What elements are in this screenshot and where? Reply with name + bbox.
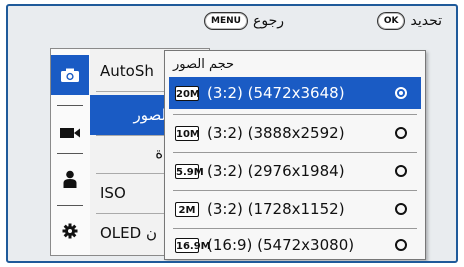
- image-size-20m-icon: 20M: [175, 85, 200, 101]
- radio-button-selected[interactable]: [395, 87, 407, 99]
- menu-tab-column: [50, 48, 90, 256]
- radio-button[interactable]: [395, 127, 407, 139]
- radio-button[interactable]: [395, 203, 407, 215]
- tab-video[interactable]: [51, 119, 89, 147]
- camera-icon: [61, 68, 79, 82]
- image-size-option[interactable]: 2M (3:2) (1728x1152): [169, 193, 421, 225]
- image-size-5-9m-icon: 5.9M: [175, 163, 204, 179]
- option-divider: [173, 190, 417, 191]
- tab-camera[interactable]: [51, 55, 89, 95]
- gear-icon: [62, 223, 78, 239]
- back-hint-label: رجوع: [252, 13, 284, 29]
- image-size-option[interactable]: 16.9M (16:9) (5472x3080): [169, 229, 421, 261]
- person-icon: [63, 170, 77, 188]
- image-size-popup: حجم الصور 20M (3:2) (5472x3648) 10M (3:2…: [164, 50, 426, 260]
- image-size-option-label: (3:2) (5472x3648): [207, 84, 345, 102]
- option-divider: [173, 114, 417, 115]
- ok-key-badge: OK: [376, 12, 406, 30]
- image-size-option-label: (3:2) (1728x1152): [207, 200, 345, 218]
- image-size-2m-icon: 2M: [175, 201, 199, 217]
- back-hint: رجوع MENU: [199, 11, 284, 31]
- radio-button[interactable]: [395, 165, 407, 177]
- image-size-option-label: (3:2) (3888x2592): [207, 124, 345, 142]
- video-camera-icon: [60, 128, 80, 138]
- menu-key-badge: MENU: [204, 12, 248, 30]
- button-hint-bar: تحديد OK رجوع MENU: [8, 6, 456, 36]
- popup-title: حجم الصور: [173, 57, 235, 72]
- camera-screen-frame: تحديد OK رجوع MENU AutoSh الصور ISO OLED…: [0, 0, 464, 267]
- image-size-option[interactable]: 20M (3:2) (5472x3648): [169, 77, 421, 109]
- camera-menu-screen: تحديد OK رجوع MENU AutoSh الصور ISO OLED…: [6, 4, 458, 263]
- tab-divider: [57, 205, 83, 206]
- image-size-option-label: (16:9) (5472x3080): [207, 236, 355, 254]
- image-size-option[interactable]: 10M (3:2) (3888x2592): [169, 117, 421, 149]
- tab-person[interactable]: [51, 161, 89, 197]
- option-divider: [173, 152, 417, 153]
- tab-settings[interactable]: [51, 217, 89, 245]
- tab-divider: [57, 105, 83, 106]
- image-size-option[interactable]: 5.9M (3:2) (2976x1984): [169, 155, 421, 187]
- image-size-10m-icon: 10M: [175, 125, 200, 141]
- image-size-option-label: (3:2) (2976x1984): [207, 162, 345, 180]
- image-size-16-9m-icon: 16.9M: [175, 237, 211, 253]
- radio-button[interactable]: [395, 239, 407, 251]
- tab-divider: [57, 153, 83, 154]
- select-hint: تحديد OK: [372, 11, 442, 31]
- select-hint-label: تحديد: [410, 13, 442, 29]
